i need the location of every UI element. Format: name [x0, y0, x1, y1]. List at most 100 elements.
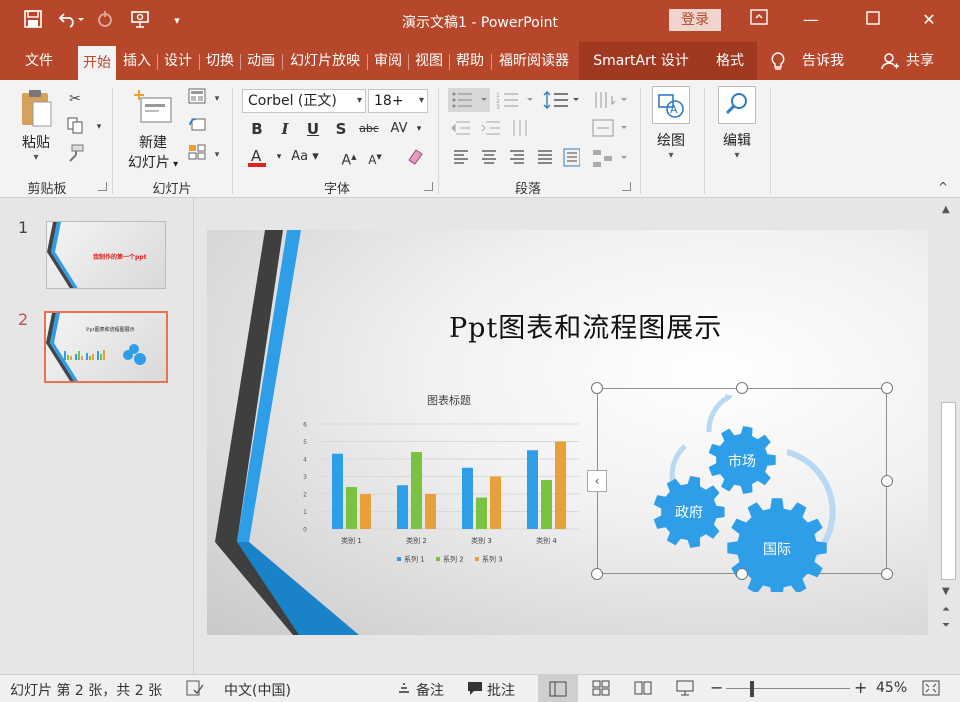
notes-icon[interactable]: [396, 680, 412, 700]
alignment-buttons[interactable]: [450, 146, 581, 170]
line-spacing-button[interactable]: [542, 88, 584, 112]
vertical-scrollbar[interactable]: ▲ ▼ ⏶ ⏷: [937, 198, 960, 674]
slide-title[interactable]: Ppt图表和流程图展示: [449, 306, 722, 345]
copy-dropdown-icon[interactable]: ▾: [88, 116, 110, 138]
resize-handle[interactable]: [591, 382, 603, 394]
undo-icon[interactable]: [58, 10, 84, 32]
resize-handle[interactable]: [881, 382, 893, 394]
tab-review[interactable]: 审阅: [369, 42, 407, 80]
smartart-text-pane-toggle[interactable]: ‹: [587, 470, 607, 492]
tell-me-search[interactable]: 告诉我: [796, 42, 850, 80]
strikethrough-icon[interactable]: abc: [358, 118, 380, 140]
cut-icon[interactable]: ✂: [64, 88, 86, 110]
comments-icon[interactable]: [466, 680, 484, 700]
zoom-out-icon[interactable]: −: [710, 678, 723, 697]
slide-thumbnail-2[interactable]: Ppt图表和流程图展示: [44, 311, 168, 383]
tab-format[interactable]: 格式: [703, 42, 757, 80]
resize-handle[interactable]: [881, 475, 893, 487]
language-indicator[interactable]: 中文(中国): [224, 680, 291, 700]
tab-foxit-reader[interactable]: 福昕阅读器: [493, 42, 575, 80]
tab-design[interactable]: 设计: [159, 42, 197, 80]
ribbon-display-options-icon[interactable]: [744, 8, 774, 32]
new-slide-button[interactable]: 新建 幻灯片 ▾: [122, 88, 184, 172]
slide-canvas[interactable]: Ppt图表和流程图展示 图表标题 0 1 2 3 4 5 6 类别 1 类别 2 类别 3 类别 4 系…: [207, 230, 928, 635]
layout-dropdown-icon[interactable]: ▾: [206, 88, 228, 110]
underline-icon[interactable]: U: [302, 118, 324, 140]
slide-sorter-icon[interactable]: [592, 680, 610, 700]
share-button[interactable]: 共享: [902, 42, 938, 80]
tab-transitions[interactable]: 切换: [201, 42, 239, 80]
font-color-icon[interactable]: A: [246, 146, 268, 168]
tab-insert[interactable]: 插入: [118, 42, 156, 80]
resize-handle[interactable]: [591, 568, 603, 580]
zoom-slider-track[interactable]: [726, 688, 850, 689]
normal-view-button[interactable]: [538, 675, 578, 702]
share-user-icon[interactable]: [880, 42, 900, 80]
drawing-button[interactable]: A 绘图 ▾: [650, 86, 692, 161]
font-size-combo[interactable]: 18+ ▾: [368, 89, 428, 113]
resize-handle[interactable]: [736, 382, 748, 394]
scroll-up-icon[interactable]: ▲: [942, 204, 950, 215]
resize-handle[interactable]: [881, 568, 893, 580]
tab-smartart-design[interactable]: SmartArt 设计: [579, 42, 703, 80]
next-slide-icon[interactable]: ⏷: [942, 620, 950, 631]
fit-to-window-icon[interactable]: [922, 680, 940, 700]
bullets-button[interactable]: [448, 88, 490, 112]
redo-icon[interactable]: [94, 10, 116, 32]
font-color-dropdown-icon[interactable]: ▾: [268, 146, 290, 168]
copy-icon[interactable]: [64, 116, 86, 138]
tab-slideshow[interactable]: 幻灯片放映: [284, 42, 366, 80]
char-spacing-icon[interactable]: AV: [388, 118, 410, 140]
collapse-ribbon-icon[interactable]: ^: [938, 180, 948, 194]
clipboard-launcher[interactable]: [98, 182, 107, 191]
bar-chart[interactable]: 图表标题 0 1 2 3 4 5 6 类别 1 类别 2 类别 3 类别 4 系列 1 系列 2 系列 3: [289, 390, 589, 580]
customize-qat-icon[interactable]: ▾: [166, 10, 188, 32]
previous-slide-icon[interactable]: ⏶: [942, 604, 950, 615]
indent-buttons[interactable]: [448, 116, 536, 140]
section-dropdown-icon[interactable]: ▾: [206, 144, 228, 166]
tab-help[interactable]: 帮助: [451, 42, 489, 80]
reset-slide-icon[interactable]: [186, 116, 208, 138]
zoom-level[interactable]: 45%: [876, 680, 907, 696]
login-button[interactable]: 登录: [669, 9, 721, 31]
tab-file[interactable]: 文件: [14, 42, 64, 80]
format-painter-icon[interactable]: [64, 144, 86, 166]
tab-animations[interactable]: 动画: [242, 42, 280, 80]
numbering-button[interactable]: 123: [494, 88, 536, 112]
clear-formatting-icon[interactable]: [404, 146, 426, 168]
close-icon[interactable]: ✕: [914, 8, 944, 32]
section-icon[interactable]: [186, 144, 208, 166]
decrease-font-size-icon[interactable]: A▼: [364, 146, 386, 168]
present-from-start-icon[interactable]: [130, 10, 152, 32]
paste-button[interactable]: 粘贴 ▾: [14, 88, 58, 163]
text-shadow-icon[interactable]: S: [330, 118, 352, 140]
slide-thumbnail-1[interactable]: 我制作的第一个ppt: [46, 221, 166, 289]
layout-icon[interactable]: [186, 88, 208, 110]
zoom-slider-thumb[interactable]: [750, 681, 754, 697]
spelling-icon[interactable]: [186, 680, 204, 700]
scroll-down-icon[interactable]: ▼: [942, 586, 950, 597]
char-spacing-dropdown-icon[interactable]: ▾: [408, 118, 430, 140]
editing-button[interactable]: 编辑 ▾: [716, 86, 758, 161]
comments-button[interactable]: 批注: [487, 680, 515, 700]
italic-icon[interactable]: I: [274, 118, 296, 140]
lightbulb-icon[interactable]: [768, 42, 788, 80]
reading-view-icon[interactable]: [634, 680, 652, 700]
resize-handle[interactable]: [736, 568, 748, 580]
scroll-thumb[interactable]: [941, 402, 956, 580]
font-name-combo[interactable]: Corbel (正文) ▾: [242, 89, 366, 113]
save-icon[interactable]: [22, 10, 44, 32]
minimize-icon[interactable]: —: [796, 8, 826, 32]
bold-icon[interactable]: B: [246, 118, 268, 140]
text-direction-button[interactable]: [590, 88, 632, 112]
increase-font-size-icon[interactable]: A▲: [338, 146, 360, 169]
tab-home[interactable]: 开始: [78, 46, 116, 80]
font-launcher[interactable]: [424, 182, 433, 191]
convert-smartart-button[interactable]: [590, 146, 632, 170]
zoom-in-icon[interactable]: +: [854, 678, 867, 697]
maximize-icon[interactable]: [858, 8, 888, 32]
align-text-button[interactable]: [590, 116, 632, 140]
change-case-icon[interactable]: Aa ▾: [290, 146, 320, 168]
tab-view[interactable]: 视图: [410, 42, 448, 80]
notes-button[interactable]: 备注: [416, 680, 444, 700]
